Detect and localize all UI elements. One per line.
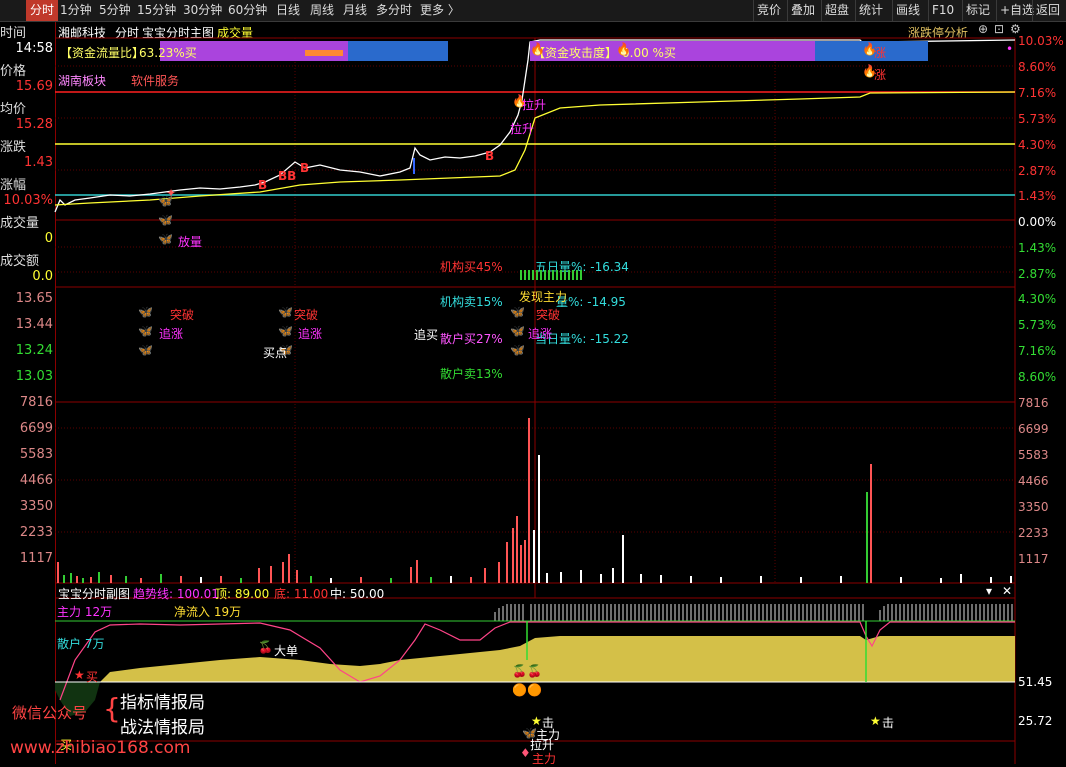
buy-signal: 买: [86, 670, 99, 684]
butterfly-icon: 🦋: [138, 324, 153, 338]
close-icon[interactable]: ✕: [1002, 584, 1012, 598]
butterfly-icon: 🦋: [510, 343, 525, 357]
right-axis-6: 2.87%: [1018, 164, 1057, 178]
diamond-icon: ♦: [520, 746, 531, 760]
watermark-line1: 指标情报局: [120, 693, 205, 713]
main-force-signal-bottom: 主力: [532, 752, 557, 766]
right-vol-axis-1117: 1117: [1018, 552, 1049, 566]
butterfly-icon: 🦋: [158, 232, 173, 246]
right-vol-axis-7816: 7816: [1018, 396, 1049, 410]
flame-icon: ✦: [166, 186, 177, 200]
buy-marker: BB: [278, 169, 296, 183]
buy-marker: B: [485, 149, 494, 163]
buy-marker: B: [300, 161, 309, 175]
sub-chart-title: 宝宝分时副图: [58, 587, 131, 601]
buy-point-signal: 买点: [263, 346, 288, 360]
breakout-signal: 突破: [536, 308, 561, 322]
intraday-chart: B BB B B: [54, 37, 1016, 764]
right-axis-7: 1.43%: [1018, 189, 1057, 203]
butterfly-icon: 🦋: [278, 324, 293, 338]
butterfly-icon: 🦋: [278, 305, 293, 319]
brace-glyph: {: [103, 692, 121, 725]
right-axis-9: 1.43%: [1018, 241, 1057, 255]
flame-icon: 🔥: [530, 42, 545, 56]
big-order-signal: 大单: [274, 644, 299, 658]
cherry-icon: 🍒🍒: [512, 664, 542, 678]
star-icon: ★: [74, 668, 85, 682]
retail-sell: 散户卖13%: [440, 367, 503, 381]
breakout-signal: 突破: [170, 308, 195, 322]
chevron-down-icon[interactable]: ▾: [986, 584, 992, 598]
butterfly-icon: 🦋: [510, 305, 525, 319]
butterfly-icon: 🦋: [138, 305, 153, 319]
flow-ratio-value: 63.23%买: [139, 46, 197, 60]
right-vol-axis-3350: 3350: [1018, 500, 1049, 514]
rise-signal: 涨: [874, 46, 887, 60]
pull-up-signal: 拉升: [510, 122, 535, 136]
watermark-url: www.zhibiao168.com: [10, 738, 191, 758]
right-axis-13: 7.16%: [1018, 344, 1057, 358]
institution-buy: 机构买45%: [440, 260, 503, 274]
main-force-bars: [494, 604, 1013, 621]
right-axis-14: 8.60%: [1018, 370, 1057, 384]
right-axis-3: 7.16%: [1018, 86, 1057, 100]
buy-marker: B: [258, 178, 267, 192]
net-inflow-value: 净流入 19万: [174, 605, 242, 619]
right-axis-8: 0.00%: [1018, 215, 1057, 229]
wechat-label: 微信公众号: [12, 704, 88, 722]
flow-ratio-label: 【资金流量比】: [60, 46, 145, 60]
right-axis-10: 2.87%: [1018, 267, 1057, 281]
chase-signal: 追涨: [298, 327, 323, 341]
rise-signal: 涨: [874, 68, 887, 82]
industry-label: 软件服务: [131, 74, 180, 88]
star-icon: ★: [870, 714, 881, 728]
cherry-icon: 🍒: [258, 640, 273, 654]
dot-marker: •: [1006, 42, 1014, 56]
retail-area: [100, 636, 1015, 682]
blue-signal-bar: [413, 158, 415, 174]
right-vol-axis-2233: 2233: [1018, 526, 1049, 540]
pull-up-signal: 拉升: [522, 98, 547, 112]
attack-label: 【资金攻击度】: [533, 46, 618, 60]
right-axis-11: 4.30%: [1018, 292, 1057, 306]
orange-icon: 🟠🟠: [512, 683, 542, 697]
butterfly-icon: 🦋: [158, 213, 173, 227]
bottom-value: 底: 11.00: [274, 587, 329, 601]
right-vol-axis-6699: 6699: [1018, 422, 1049, 436]
right-vol-axis-4466: 4466: [1018, 474, 1049, 488]
hit-signal: 击: [882, 716, 895, 730]
institution-sell: 机构卖15%: [440, 295, 503, 309]
flame-icon: 🔥: [616, 42, 631, 56]
found-main-force: 发现主力: [519, 290, 568, 304]
sub-axis-lo: 25.72: [1018, 714, 1053, 728]
butterfly-icon: 🦋: [510, 324, 525, 338]
right-axis-4: 5.73%: [1018, 112, 1057, 126]
sector-label: 湖南板块: [58, 74, 107, 88]
chase-signal: 追涨: [528, 327, 553, 341]
retail-buy: 散户买27%: [440, 332, 503, 346]
main-force-value: 主力 12万: [57, 605, 113, 619]
retail-value: 散户 7万: [57, 637, 105, 651]
butterfly-icon: 🦋: [138, 343, 153, 357]
right-axis-12: 5.73%: [1018, 318, 1057, 332]
sub-axis-hi: 51.45: [1018, 675, 1053, 689]
right-vol-axis-5583: 5583: [1018, 448, 1049, 462]
trend-line-value: 趋势线: 100.01: [133, 587, 219, 601]
right-axis-2: 8.60%: [1018, 60, 1057, 74]
right-axis-1: 10.03%: [1018, 34, 1064, 48]
mid-value: 中: 50.00: [330, 587, 385, 601]
right-axis-5: 4.30%: [1018, 138, 1057, 152]
top-value: 顶: 89.00: [215, 587, 270, 601]
watermark-line2: 战法情报局: [120, 718, 205, 738]
green-bar-cluster: [520, 270, 582, 280]
release-volume-signal: 放量: [178, 235, 203, 249]
chase-buy-signal: 追买: [414, 328, 439, 342]
chase-signal: 追涨: [159, 327, 184, 341]
breakout-signal: 突破: [294, 308, 319, 322]
